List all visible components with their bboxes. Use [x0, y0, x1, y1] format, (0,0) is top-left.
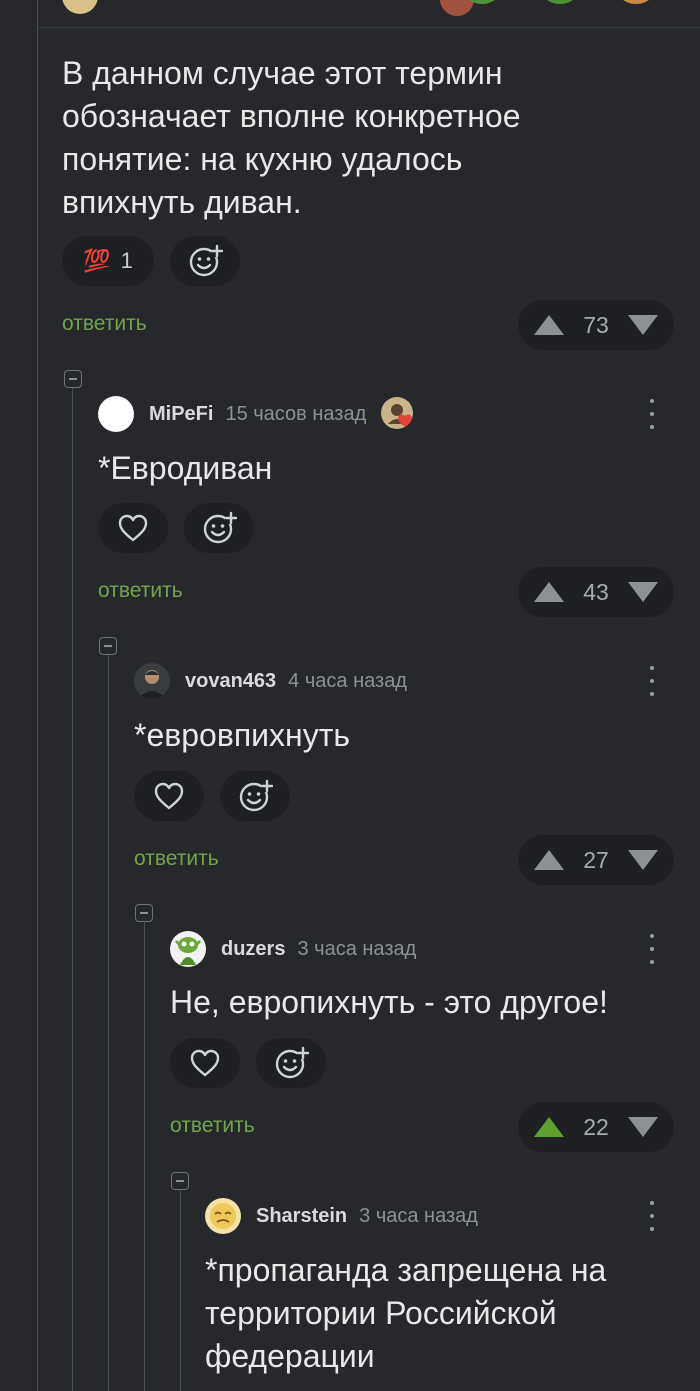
score-value: 22 [583, 1113, 609, 1140]
heart-icon [118, 514, 148, 542]
timestamp: 4 часа назад [288, 669, 407, 692]
collapse-minus-icon[interactable] [171, 1172, 189, 1190]
collapse-minus-icon[interactable] [99, 637, 117, 655]
username[interactable]: Sharstein [256, 1205, 347, 1228]
smiley-plus-icon [239, 779, 273, 812]
score-value: 43 [583, 578, 609, 605]
more-vertical-icon[interactable] [646, 666, 658, 696]
avatar[interactable] [170, 931, 206, 967]
reply-link[interactable]: ответить [134, 847, 219, 871]
vote-widget: 27 [518, 835, 674, 885]
reply-link[interactable]: ответить [170, 1114, 255, 1138]
more-vertical-icon[interactable] [646, 1201, 658, 1231]
timestamp: 3 часа назад [297, 937, 417, 960]
add-reaction-button[interactable] [220, 771, 290, 821]
add-reaction-button[interactable] [170, 236, 240, 286]
arrow-down-icon[interactable] [628, 315, 658, 335]
comment-header: MiPeFi 15 часов назад [98, 394, 416, 434]
add-reaction-button[interactable] [256, 1038, 326, 1088]
vote-widget: 73 [518, 300, 674, 350]
avatar[interactable] [205, 1198, 241, 1234]
comment-text: В данном случае этот термин обозначает в… [62, 55, 521, 220]
arrow-up-icon[interactable] [534, 582, 564, 602]
divider [38, 27, 700, 28]
username[interactable]: vovan463 [185, 670, 276, 693]
arrow-up-icon[interactable] [534, 850, 564, 870]
cut-off-reaction-avatar [616, 0, 656, 4]
score-value: 27 [583, 846, 609, 873]
comment-header: Sharstein 3 часа назад [205, 1196, 478, 1236]
username[interactable]: MiPeFi [149, 403, 213, 426]
reply-link[interactable]: ответить [62, 312, 147, 336]
smiley-plus-icon [275, 1046, 309, 1079]
thread-line-level-4 [180, 1190, 181, 1391]
username[interactable]: duzers [221, 938, 285, 961]
like-button[interactable] [98, 503, 168, 553]
comment-header: duzers 3 часа назад [170, 929, 416, 969]
arrow-up-icon[interactable] [534, 315, 564, 335]
thread-line-level-2 [108, 655, 109, 1391]
timestamp: 3 часа назад [359, 1204, 478, 1227]
cut-off-badge [440, 0, 474, 16]
add-reaction-button[interactable] [184, 503, 254, 553]
comment-text: *пропаганда запрещена на территории Росс… [205, 1252, 607, 1374]
thread-line-level-3 [144, 922, 145, 1391]
comment-text: *Евродиван [98, 450, 273, 486]
smiley-plus-icon [203, 511, 237, 544]
reply-link[interactable]: ответить [98, 579, 183, 603]
more-vertical-icon[interactable] [646, 934, 658, 964]
reaction-100-button[interactable]: 💯 1 [62, 236, 154, 286]
award-badge-icon [381, 397, 414, 429]
hundred-points-icon: 💯 [83, 248, 111, 273]
arrow-down-icon[interactable] [628, 582, 658, 602]
arrow-down-icon[interactable] [628, 1117, 658, 1137]
comment-text: *евровпихнуть [134, 717, 351, 753]
comment-header: vovan463 4 часа назад [134, 661, 407, 701]
cut-off-avatar [62, 0, 98, 14]
arrow-down-icon[interactable] [628, 850, 658, 870]
vote-widget: 22 [518, 1102, 674, 1152]
thread-line-level-1 [72, 388, 73, 1391]
like-button[interactable] [134, 771, 204, 821]
vote-widget: 43 [518, 567, 674, 617]
heart-icon [154, 782, 184, 810]
avatar[interactable] [98, 396, 134, 432]
smiley-plus-icon [189, 244, 223, 277]
timestamp: 15 часов назад [225, 402, 367, 425]
arrow-up-icon[interactable] [534, 1117, 564, 1137]
avatar[interactable] [134, 663, 170, 699]
score-value: 73 [583, 311, 609, 338]
reaction-count: 1 [120, 248, 133, 273]
comment-text: Не, европихнуть - это другое! [170, 984, 608, 1020]
like-button[interactable] [170, 1038, 240, 1088]
collapse-minus-icon[interactable] [135, 904, 153, 922]
thread-line-level-0 [37, 0, 38, 1391]
more-vertical-icon[interactable] [646, 399, 658, 429]
collapse-minus-icon[interactable] [64, 370, 82, 388]
cut-off-reaction-avatar [540, 0, 580, 4]
heart-icon [190, 1049, 220, 1077]
